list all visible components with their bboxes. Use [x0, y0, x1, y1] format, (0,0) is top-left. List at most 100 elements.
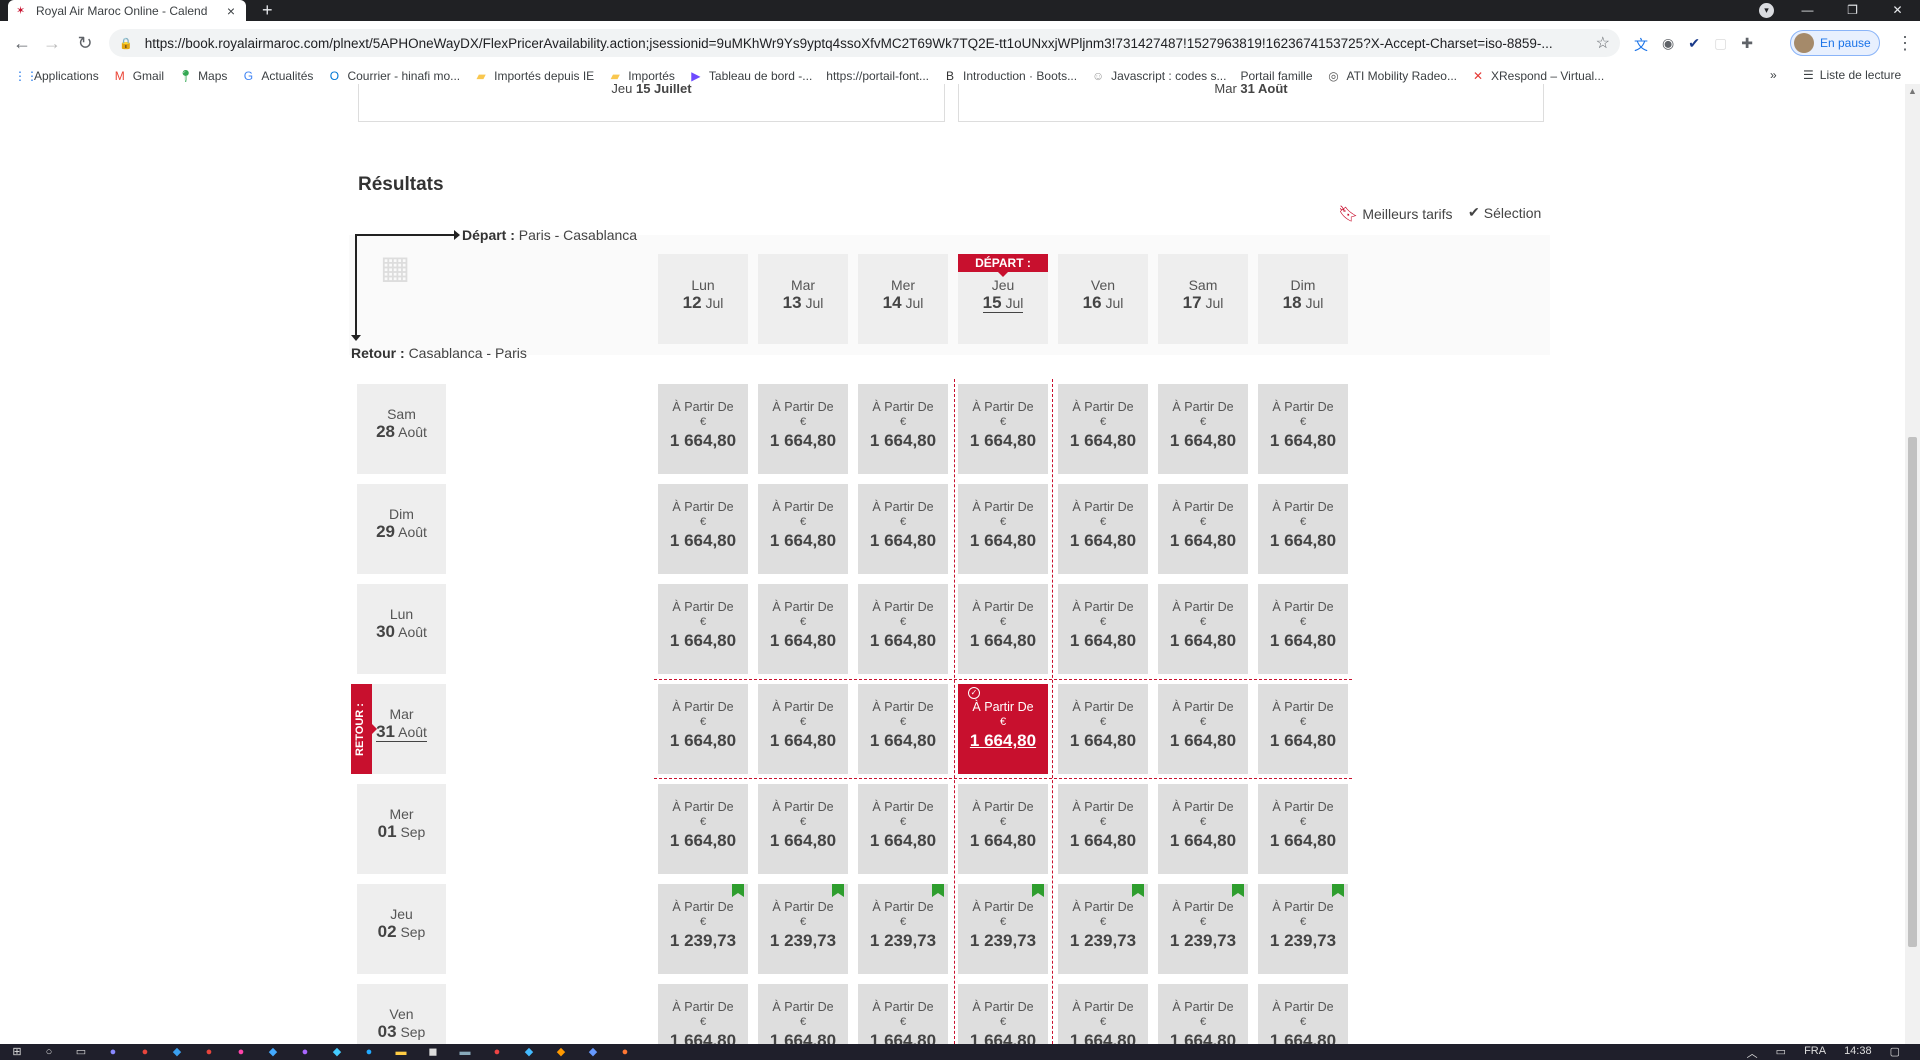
- clock[interactable]: 14:38: [1844, 1045, 1872, 1061]
- fare-cell[interactable]: À Partir De €1 664,80: [658, 484, 748, 574]
- restore-icon[interactable]: ❐: [1830, 0, 1875, 21]
- scroll-thumb[interactable]: [1908, 437, 1917, 947]
- fare-cell[interactable]: À Partir De €1 664,80: [758, 584, 848, 674]
- bookmark-star-icon[interactable]: ☆: [1596, 33, 1610, 53]
- fare-cell[interactable]: À Partir De €1 664,80: [1258, 684, 1348, 774]
- departure-date-header[interactable]: Sam 17 Jul: [1158, 254, 1248, 344]
- fare-cell[interactable]: À Partir De €1 664,80: [1258, 784, 1348, 874]
- checkmark-extension-icon[interactable]: ✔: [1688, 35, 1700, 55]
- reload-icon[interactable]: ↻: [73, 33, 97, 54]
- fare-cell[interactable]: À Partir De €1 664,80: [958, 784, 1048, 874]
- return-date-header[interactable]: Dim 29 Août: [357, 484, 446, 574]
- outbound-date-box[interactable]: Jeu 15 Juillet: [358, 84, 945, 122]
- app-icon[interactable]: ◆: [266, 1045, 280, 1059]
- bookmarks-overflow-icon[interactable]: »: [1770, 68, 1777, 82]
- bookmark-item[interactable]: ▰ Importés depuis IE: [474, 69, 595, 83]
- fare-cell[interactable]: À Partir De €1 664,80: [958, 984, 1048, 1044]
- fare-cell[interactable]: À Partir De €1 664,80: [1058, 684, 1148, 774]
- fare-cell[interactable]: À Partir De €1 664,80: [658, 784, 748, 874]
- fare-cell[interactable]: À Partir De €1 664,80: [958, 584, 1048, 674]
- address-bar[interactable]: 🔒 https://book.royalairmaroc.com/plnext/…: [109, 29, 1620, 57]
- fare-cell[interactable]: À Partir De €1 239,73: [658, 884, 748, 974]
- vscode-icon[interactable]: ◆: [170, 1045, 184, 1059]
- fare-cell[interactable]: À Partir De €1 664,80: [758, 784, 848, 874]
- app-icon[interactable]: ◆: [586, 1045, 600, 1059]
- close-tab-icon[interactable]: ×: [224, 3, 238, 19]
- fare-cell[interactable]: À Partir De €1 664,80: [958, 484, 1048, 574]
- departure-date-header[interactable]: Mer 14 Jul: [858, 254, 948, 344]
- bookmark-item[interactable]: O Courrier - hinafi mo...: [327, 69, 460, 83]
- fare-cell[interactable]: À Partir De €1 664,80: [1158, 384, 1248, 474]
- return-date-header[interactable]: Mer 01 Sep: [357, 784, 446, 874]
- bookmark-item[interactable]: G Actualités: [241, 69, 314, 83]
- fare-cell[interactable]: À Partir De €1 664,80: [1158, 684, 1248, 774]
- app-icon[interactable]: ◆: [522, 1045, 536, 1059]
- departure-date-header[interactable]: Ven 16 Jul: [1058, 254, 1148, 344]
- fare-cell[interactable]: À Partir De €1 664,80: [658, 384, 748, 474]
- fare-cell[interactable]: À Partir De €1 664,80: [758, 484, 848, 574]
- fare-cell[interactable]: À Partir De €1 664,80: [1258, 484, 1348, 574]
- fare-cell[interactable]: À Partir De €1 664,80: [858, 584, 948, 674]
- fare-cell[interactable]: À Partir De €1 664,80: [1158, 584, 1248, 674]
- fare-cell[interactable]: À Partir De €1 664,80: [758, 384, 848, 474]
- fare-cell[interactable]: À Partir De €1 664,80: [858, 984, 948, 1044]
- puzzle-icon[interactable]: ✚: [1741, 35, 1753, 55]
- new-tab-icon[interactable]: +: [262, 0, 273, 20]
- fare-cell[interactable]: ✓ À Partir De €1 664,80: [958, 684, 1048, 774]
- return-date-header[interactable]: Sam 28 Août: [357, 384, 446, 474]
- bookmark-item[interactable]: ▶ Tableau de bord -...: [689, 69, 812, 83]
- fare-cell[interactable]: À Partir De €1 664,80: [658, 584, 748, 674]
- chrome-icon[interactable]: ●: [202, 1045, 216, 1059]
- bookmark-item[interactable]: ◎ ATI Mobility Radeo...: [1327, 69, 1457, 83]
- fare-cell[interactable]: À Partir De €1 664,80: [858, 484, 948, 574]
- camera-icon[interactable]: ◉: [1662, 35, 1674, 55]
- app-icon[interactable]: ●: [298, 1045, 312, 1059]
- fare-cell[interactable]: À Partir De €1 664,80: [1058, 384, 1148, 474]
- bookmark-item[interactable]: https://portail-font...: [826, 69, 929, 83]
- back-arrow-icon[interactable]: ←: [10, 33, 34, 54]
- fare-cell[interactable]: À Partir De €1 664,80: [1258, 984, 1348, 1044]
- fare-cell[interactable]: À Partir De €1 664,80: [758, 684, 848, 774]
- profile-button[interactable]: En pause: [1790, 30, 1880, 56]
- lock-icon[interactable]: 🔒: [119, 37, 133, 50]
- language-indicator[interactable]: FRA: [1804, 1045, 1826, 1061]
- translate-icon[interactable]: 文: [1634, 35, 1648, 55]
- tab-search-icon[interactable]: ▾: [1759, 3, 1774, 18]
- scroll-up-arrow-icon[interactable]: ▲: [1908, 86, 1917, 96]
- minimize-icon[interactable]: —: [1785, 0, 1830, 21]
- fare-cell[interactable]: À Partir De €1 664,80: [958, 384, 1048, 474]
- return-date-header[interactable]: Lun 30 Août: [357, 584, 446, 674]
- fare-cell[interactable]: À Partir De €1 239,73: [1158, 884, 1248, 974]
- fare-cell[interactable]: À Partir De €1 664,80: [858, 384, 948, 474]
- fare-cell[interactable]: À Partir De €1 664,80: [1058, 484, 1148, 574]
- fare-cell[interactable]: À Partir De €1 664,80: [1158, 784, 1248, 874]
- fare-cell[interactable]: À Partir De €1 664,80: [1058, 584, 1148, 674]
- bookmark-item[interactable]: ▰ Importés: [608, 69, 675, 83]
- webstorm-icon[interactable]: ◼: [426, 1045, 440, 1059]
- fare-cell[interactable]: À Partir De €1 664,80: [1258, 384, 1348, 474]
- fare-cell[interactable]: À Partir De €1 664,80: [858, 784, 948, 874]
- app-icon[interactable]: ●: [490, 1045, 504, 1059]
- departure-date-header[interactable]: Dim 18 Jul: [1258, 254, 1348, 344]
- task-view-icon[interactable]: ▭: [74, 1045, 88, 1059]
- fare-cell[interactable]: À Partir De €1 239,73: [1058, 884, 1148, 974]
- fare-cell[interactable]: À Partir De €1 664,80: [658, 984, 748, 1044]
- windows-start-icon[interactable]: ⊞: [10, 1045, 24, 1059]
- forward-arrow-icon[interactable]: →: [40, 33, 64, 54]
- bookmark-item[interactable]: M Gmail: [113, 69, 164, 83]
- file-explorer-icon[interactable]: ▬: [394, 1045, 408, 1059]
- fare-cell[interactable]: À Partir De €1 239,73: [958, 884, 1048, 974]
- fare-cell[interactable]: À Partir De €1 664,80: [1158, 484, 1248, 574]
- tray-chevron-icon[interactable]: ︿: [1747, 1045, 1758, 1061]
- bookmark-item[interactable]: ✕ XRespond – Virtual...: [1471, 69, 1604, 83]
- search-icon[interactable]: ○: [42, 1045, 56, 1059]
- extension-blank-icon[interactable]: ▢: [1714, 35, 1727, 55]
- page-scrollbar[interactable]: ▲: [1905, 84, 1920, 1044]
- bookmark-item[interactable]: 📍︎ Maps: [178, 69, 227, 83]
- reading-list-button[interactable]: ☰ Liste de lecture: [1803, 68, 1901, 82]
- app-icon[interactable]: ◆: [330, 1045, 344, 1059]
- keyboard-icon[interactable]: ▭: [1776, 1045, 1786, 1061]
- menu-kebab-icon[interactable]: ⋮: [1896, 33, 1914, 54]
- fare-cell[interactable]: À Partir De €1 239,73: [758, 884, 848, 974]
- fare-cell[interactable]: À Partir De €1 664,80: [758, 984, 848, 1044]
